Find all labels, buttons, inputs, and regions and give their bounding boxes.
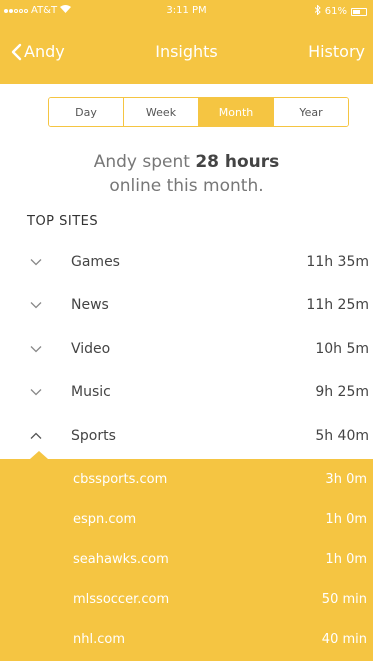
- app-header: AT&T 3:11 PM 61% Andy Insights History: [0, 0, 373, 84]
- back-button[interactable]: Andy: [10, 42, 65, 61]
- category-row-video[interactable]: Video 10h 5m: [0, 327, 373, 371]
- status-right: 61%: [314, 4, 367, 18]
- site-time: 50 min: [321, 591, 367, 607]
- summary-line-1: Andy spent 28 hours: [0, 150, 373, 174]
- category-time: 10h 5m: [315, 340, 369, 357]
- segment-year[interactable]: Year: [274, 98, 348, 126]
- category-name: Games: [71, 253, 120, 270]
- category-name: Sports: [71, 427, 116, 444]
- category-name: News: [71, 297, 109, 314]
- site-name: seahawks.com: [73, 551, 169, 567]
- site-time: 1h 0m: [325, 551, 367, 567]
- category-time: 5h 40m: [315, 427, 369, 444]
- category-time: 11h 35m: [306, 253, 369, 270]
- site-name: nhl.com: [73, 631, 125, 647]
- chevron-up-icon: [30, 432, 42, 439]
- site-time: 3h 0m: [325, 471, 367, 487]
- chevron-down-icon: [30, 258, 42, 266]
- site-row[interactable]: seahawks.com 1h 0m: [0, 539, 373, 579]
- segment-week[interactable]: Week: [124, 98, 199, 126]
- bottom-strip: [0, 661, 373, 671]
- category-name: Video: [71, 340, 111, 357]
- back-button-label: Andy: [24, 42, 65, 61]
- site-name: mlssoccer.com: [73, 591, 170, 607]
- summary-line-2: online this month.: [109, 176, 264, 196]
- category-time: 9h 25m: [315, 384, 369, 401]
- bluetooth-icon: [314, 4, 321, 18]
- site-time: 40 min: [321, 631, 367, 647]
- sports-sites-list: cbssports.com 3h 0m espn.com 1h 0m seaha…: [0, 459, 373, 659]
- navigation-bar: Andy Insights History: [0, 22, 373, 84]
- summary-hours: 28 hours: [195, 152, 280, 172]
- phone-screen: AT&T 3:11 PM 61% Andy Insights History D…: [0, 0, 373, 671]
- site-row[interactable]: cbssports.com 3h 0m: [0, 459, 373, 499]
- battery-percent: 61%: [324, 6, 347, 17]
- category-row-music[interactable]: Music 9h 25m: [0, 371, 373, 415]
- status-bar: AT&T 3:11 PM 61%: [0, 0, 373, 22]
- chevron-down-icon: [30, 345, 42, 353]
- battery-icon: [351, 7, 367, 16]
- usage-summary: Andy spent 28 hours online this month.: [0, 150, 373, 198]
- category-row-sports[interactable]: Sports 5h 40m: [0, 414, 373, 458]
- battery-fill: [353, 9, 360, 14]
- period-segmented-control: Day Week Month Year: [48, 97, 349, 127]
- site-row[interactable]: espn.com 1h 0m: [0, 499, 373, 539]
- segment-day[interactable]: Day: [49, 98, 124, 126]
- chevron-down-icon: [30, 302, 42, 309]
- site-name: cbssports.com: [73, 471, 168, 487]
- panel-pointer: [30, 451, 48, 459]
- chevron-left-icon: [11, 43, 22, 60]
- category-time: 11h 25m: [306, 297, 369, 314]
- section-title: TOP SITES: [27, 214, 99, 229]
- category-row-news[interactable]: News 11h 25m: [0, 284, 373, 328]
- summary-prefix: Andy spent: [93, 152, 196, 172]
- site-row[interactable]: mlssoccer.com 50 min: [0, 579, 373, 619]
- chevron-down-icon: [30, 389, 42, 396]
- sports-sites-panel: cbssports.com 3h 0m espn.com 1h 0m seaha…: [0, 451, 373, 671]
- site-row[interactable]: nhl.com 40 min: [0, 619, 373, 659]
- category-row-games[interactable]: Games 11h 35m: [0, 240, 373, 284]
- top-sites-list: Games 11h 35m News 11h 25m Video 10h 5m …: [0, 240, 373, 458]
- history-button[interactable]: History: [308, 42, 365, 61]
- segment-month[interactable]: Month: [199, 98, 274, 126]
- site-time: 1h 0m: [325, 511, 367, 527]
- site-name: espn.com: [73, 511, 137, 527]
- category-name: Music: [71, 384, 111, 401]
